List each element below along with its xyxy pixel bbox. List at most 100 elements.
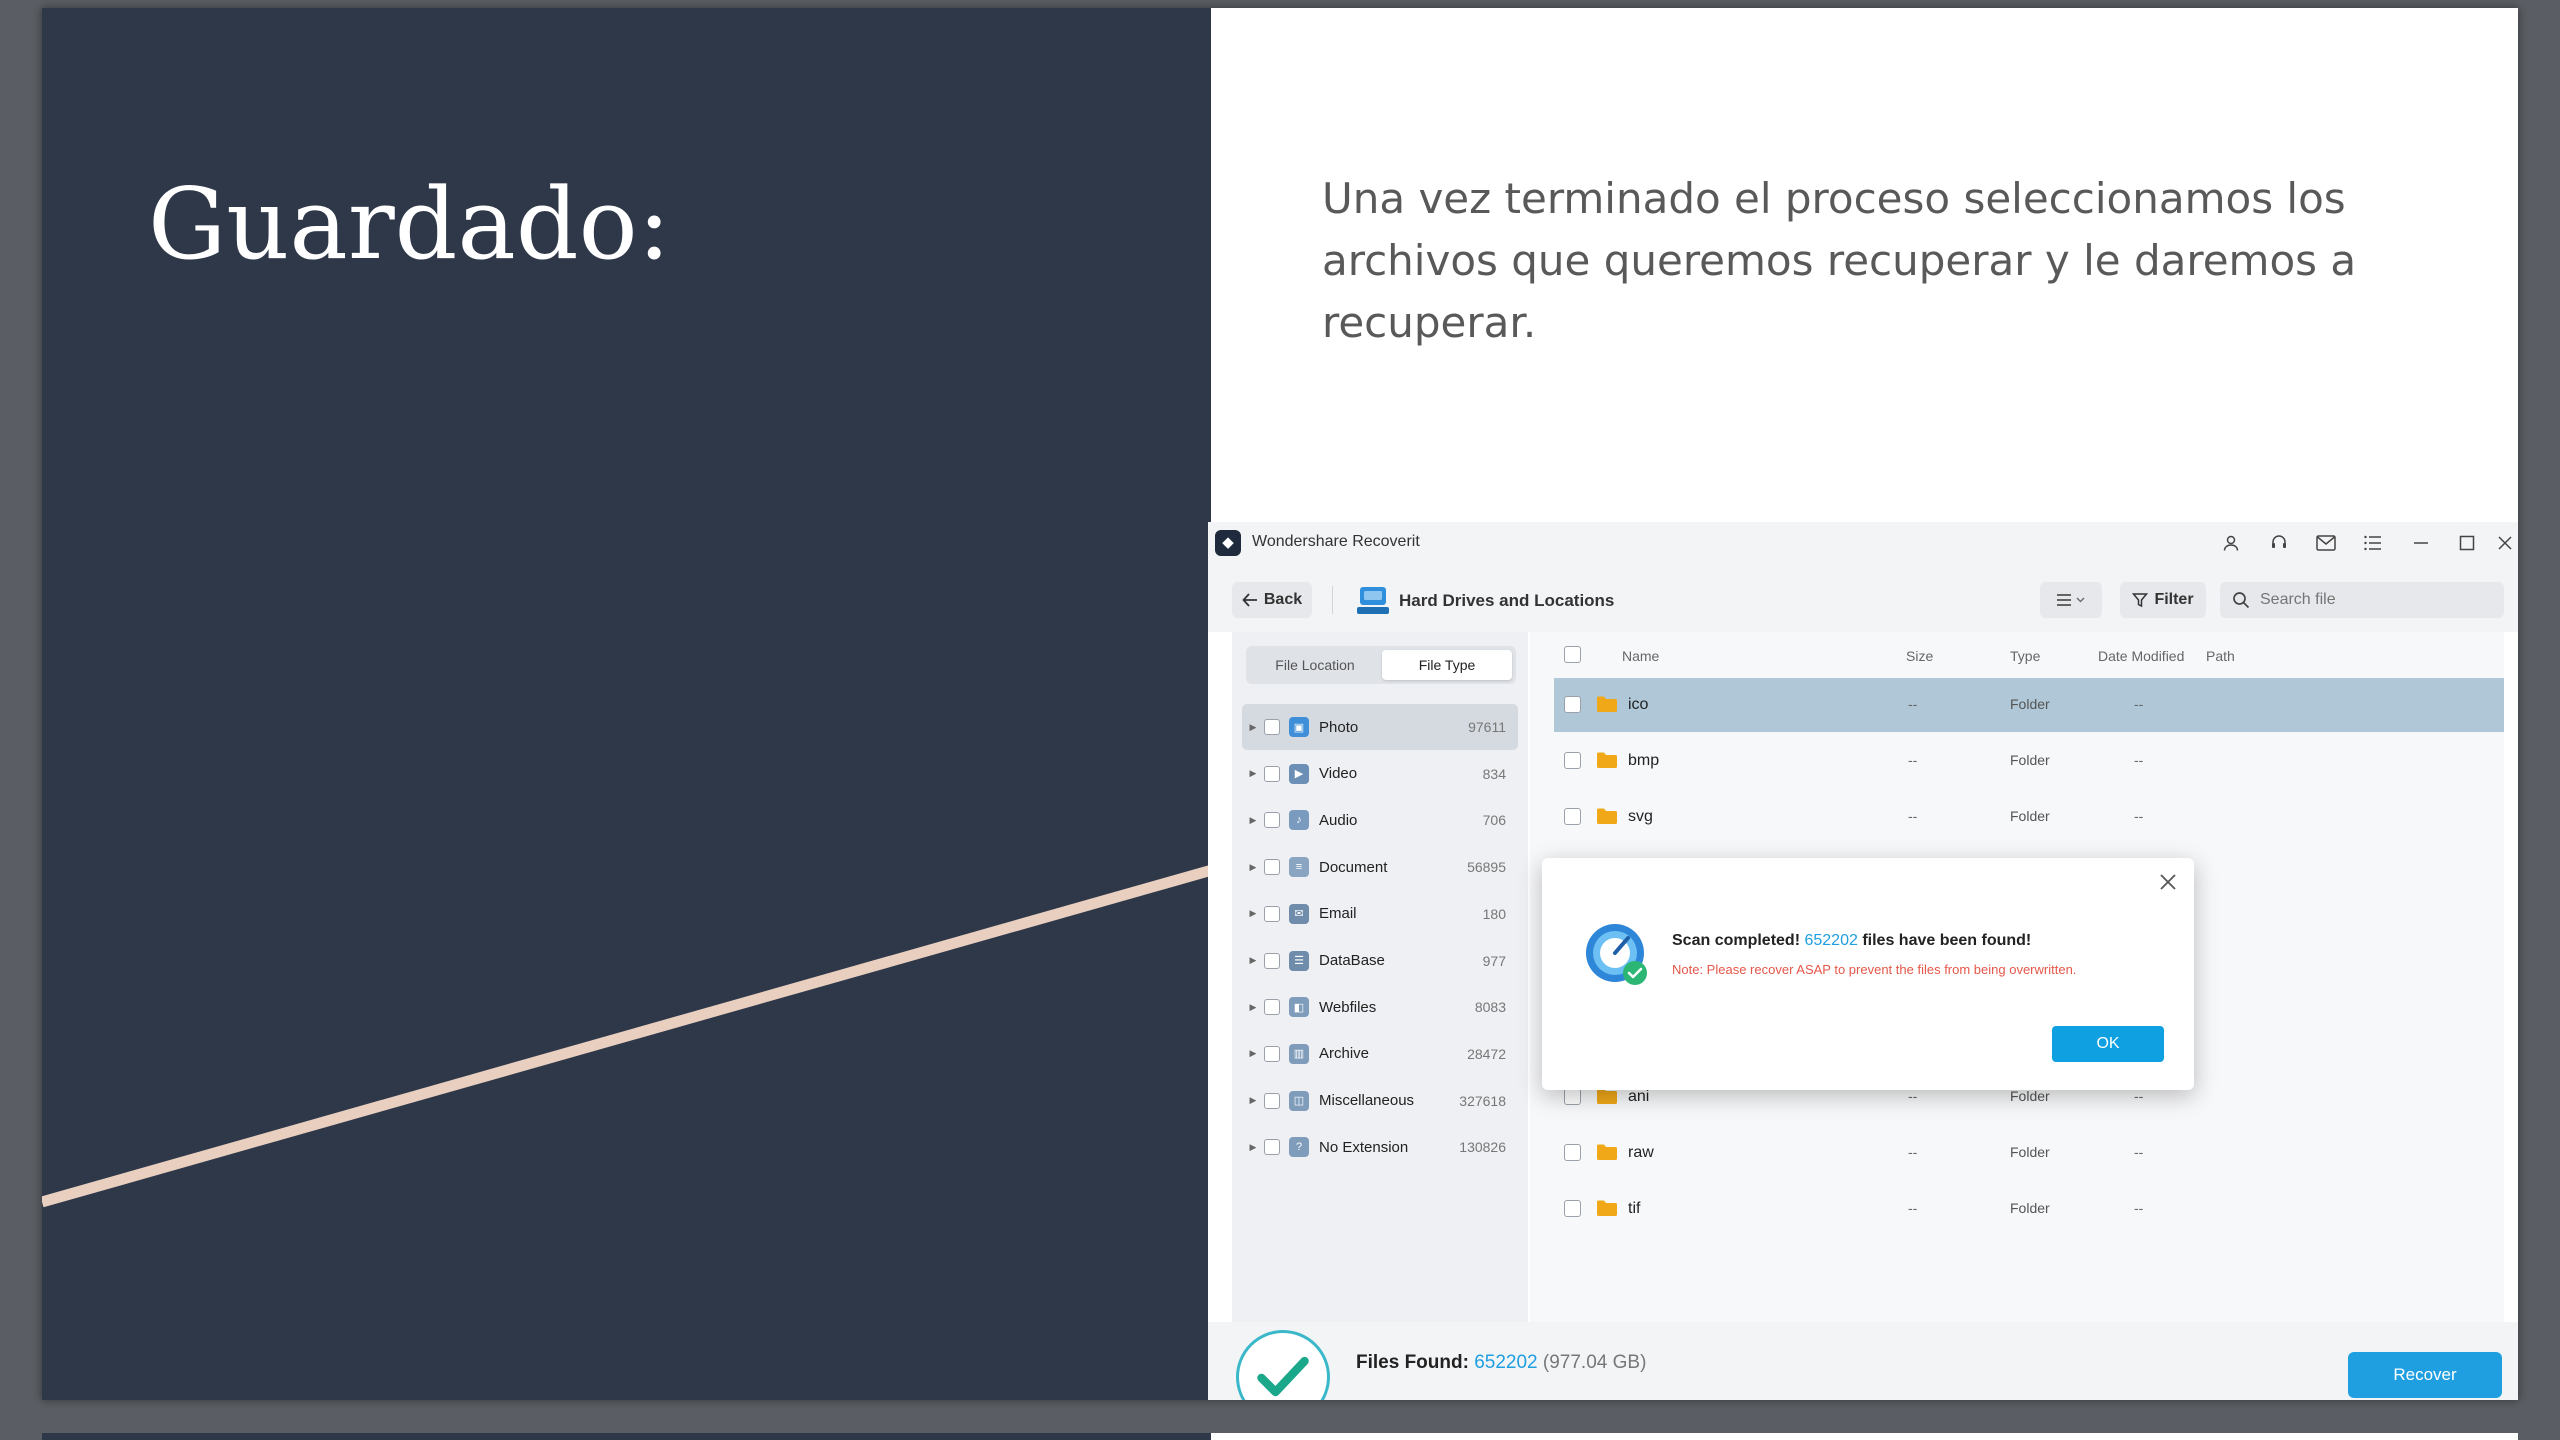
file-type-count: 327618	[1459, 1092, 1506, 1109]
row-checkbox[interactable]	[1564, 808, 1581, 825]
file-type-checkbox[interactable]	[1264, 1092, 1280, 1109]
column-type[interactable]: Type	[2010, 648, 2040, 664]
row-checkbox[interactable]	[1564, 1088, 1581, 1105]
file-type-label: DataBase	[1319, 952, 1385, 969]
support-icon[interactable]	[2266, 530, 2292, 556]
row-name: svg	[1628, 808, 1653, 825]
expand-caret-icon[interactable]: ▶	[1242, 768, 1264, 779]
tab-file-location[interactable]: File Location	[1250, 650, 1380, 680]
tab-file-type[interactable]: File Type	[1382, 650, 1512, 680]
titlebar: ◆ Wondershare Recoverit	[1208, 522, 2518, 562]
file-type-photo[interactable]: ▶ ▣ Photo 97611	[1242, 704, 1518, 750]
file-type-count: 834	[1482, 765, 1506, 782]
row-checkbox[interactable]	[1564, 1200, 1581, 1217]
file-type-miscellaneous[interactable]: ▶ ◫ Miscellaneous 327618	[1242, 1078, 1518, 1124]
folder-icon	[1597, 752, 1617, 768]
file-type-sidebar: File Location File Type ▶ ▣ Photo 97611 ▶ ▶ Vi…	[1232, 632, 1528, 1322]
menu-list-icon[interactable]	[2360, 530, 2386, 556]
file-type-database[interactable]: ▶ ☰ DataBase 977	[1242, 938, 1518, 984]
row-size: --	[1908, 1200, 1918, 1216]
expand-caret-icon[interactable]: ▶	[1242, 815, 1264, 826]
file-type-email[interactable]: ▶ ✉ Email 180	[1242, 891, 1518, 937]
recoverit-window: ◆ Wondershare Recoverit Back Hard Drives…	[1208, 522, 2518, 1400]
table-row[interactable]: tif -- Folder --	[1554, 1182, 2504, 1236]
view-mode-button[interactable]	[2040, 582, 2102, 618]
recover-button[interactable]: Recover	[2348, 1352, 2502, 1398]
window-title: Wondershare Recoverit	[1252, 533, 1420, 550]
table-row[interactable]: bmp -- Folder --	[1554, 734, 2504, 788]
mail-icon[interactable]	[2313, 530, 2339, 556]
scan-complete-icon	[1236, 1330, 1330, 1400]
expand-caret-icon[interactable]: ▶	[1242, 722, 1264, 733]
expand-caret-icon[interactable]: ▶	[1242, 955, 1264, 966]
filter-button[interactable]: Filter	[2120, 582, 2206, 618]
file-type-checkbox[interactable]	[1264, 719, 1280, 735]
select-all-checkbox[interactable]	[1564, 646, 1581, 663]
search-input[interactable]	[2260, 591, 2480, 609]
file-type-no-extension[interactable]: ▶? No Extension 130826	[1242, 1124, 1518, 1170]
close-icon[interactable]	[2492, 530, 2518, 556]
maximize-icon[interactable]	[2454, 530, 2480, 556]
column-date-modified[interactable]: Date Modified	[2098, 648, 2184, 664]
file-type-video[interactable]: ▶ ▶ Video 834	[1242, 751, 1518, 797]
divider	[1332, 586, 1333, 614]
scan-success-icon	[1586, 924, 1647, 985]
files-found-size: (977.04 GB)	[1542, 1352, 1647, 1373]
photo-icon: ▣	[1289, 717, 1309, 737]
table-row[interactable]: ico -- Folder --	[1554, 678, 2504, 732]
ok-button[interactable]: OK	[2052, 1026, 2164, 1062]
toolbar: Back Hard Drives and Locations Filter	[1208, 562, 2518, 632]
file-type-archive[interactable]: ▶ ▥ Archive 28472	[1242, 1031, 1518, 1077]
file-type-checkbox[interactable]	[1264, 905, 1280, 922]
account-icon[interactable]	[2218, 530, 2244, 556]
table-row[interactable]: svg -- Folder --	[1554, 790, 2504, 844]
email-icon: ✉	[1289, 903, 1309, 924]
dialog-note: Note: Please recover ASAP to prevent the…	[1672, 962, 2077, 977]
search-box[interactable]	[2220, 582, 2504, 618]
file-type-checkbox[interactable]	[1264, 1045, 1280, 1062]
dialog-close-icon[interactable]	[2156, 870, 2180, 894]
file-type-checkbox[interactable]	[1264, 812, 1280, 829]
file-type-checkbox[interactable]	[1264, 952, 1280, 969]
file-type-checkbox[interactable]	[1264, 765, 1280, 782]
webfiles-icon: ◧	[1289, 997, 1309, 1018]
expand-caret-icon[interactable]: ▶	[1242, 1095, 1264, 1106]
row-type: Folder	[2010, 696, 2050, 712]
expand-caret-icon[interactable]: ▶	[1242, 1142, 1264, 1153]
file-type-checkbox[interactable]	[1264, 859, 1280, 876]
expand-caret-icon[interactable]: ▶	[1242, 862, 1264, 873]
screen: Guardado: Una vez terminado el proceso s…	[0, 0, 2560, 1440]
file-type-checkbox[interactable]	[1264, 999, 1280, 1016]
expand-caret-icon[interactable]: ▶	[1242, 1048, 1264, 1059]
row-type: Folder	[2010, 1200, 2050, 1216]
row-checkbox[interactable]	[1564, 696, 1581, 713]
file-type-label: Webfiles	[1319, 998, 1377, 1016]
back-button[interactable]: Back	[1232, 582, 1312, 618]
expand-caret-icon[interactable]: ▶	[1242, 1002, 1264, 1013]
column-name[interactable]: Name	[1622, 648, 1659, 664]
database-icon: ☰	[1289, 950, 1309, 971]
file-type-webfiles[interactable]: ▶ ◧ Webfiles 8083	[1242, 984, 1518, 1030]
file-type-audio[interactable]: ▶ ♪ Audio 706	[1242, 797, 1518, 843]
file-type-count: 28472	[1467, 1045, 1506, 1062]
column-size[interactable]: Size	[1906, 648, 1933, 664]
expand-caret-icon[interactable]: ▶	[1242, 908, 1264, 919]
file-type-document[interactable]: ▶ ≡ Document 56895	[1242, 844, 1518, 890]
files-found-count: 652202	[1474, 1352, 1538, 1373]
dialog-message: Scan completed! 652202 files have been f…	[1672, 932, 2031, 950]
row-checkbox[interactable]	[1564, 1144, 1581, 1161]
location-title: Hard Drives and Locations	[1399, 591, 1615, 610]
row-name: ico	[1628, 696, 1649, 713]
minimize-icon[interactable]	[2408, 530, 2434, 556]
view-tabs: File Location File Type	[1246, 646, 1516, 684]
table-row[interactable]: raw -- Folder --	[1554, 1126, 2504, 1180]
file-type-count: 56895	[1467, 859, 1506, 876]
file-type-checkbox[interactable]	[1264, 1139, 1280, 1156]
list-view-icon	[2057, 594, 2085, 606]
folder-icon	[1597, 696, 1617, 712]
row-date-modified: --	[2134, 1088, 2144, 1104]
row-checkbox[interactable]	[1564, 752, 1581, 769]
column-path[interactable]: Path	[2206, 648, 2235, 664]
row-name: tif	[1628, 1200, 1641, 1217]
slide-body-text: Una vez terminado el proceso seleccionam…	[1322, 174, 2357, 347]
